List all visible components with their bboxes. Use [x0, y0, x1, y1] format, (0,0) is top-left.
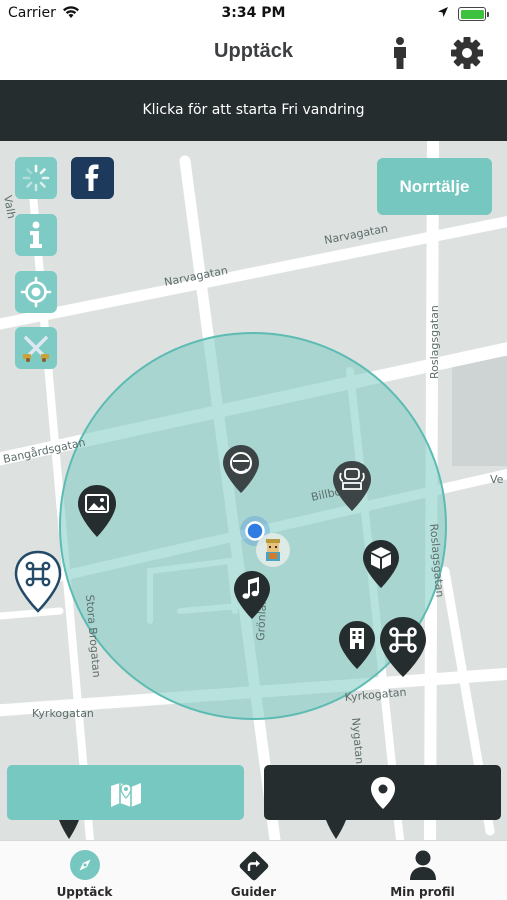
gallery-pin[interactable]	[76, 483, 118, 539]
loading-icon	[22, 164, 50, 192]
swords-icon	[23, 336, 49, 362]
avatar[interactable]	[255, 532, 291, 568]
free-walk-banner[interactable]: Klicka för att starta Fri vandring	[0, 80, 507, 141]
facebook-icon	[85, 164, 99, 191]
map-view-button[interactable]	[7, 765, 244, 820]
map-icon	[110, 782, 141, 807]
info-icon	[30, 221, 42, 248]
compass-icon	[70, 850, 100, 880]
locate-icon	[20, 276, 52, 308]
swords-button[interactable]	[15, 327, 57, 369]
carrier-label: Carrier	[8, 5, 56, 21]
route-icon	[239, 851, 269, 881]
music-pin[interactable]	[232, 569, 272, 621]
location-pin-icon	[370, 776, 395, 809]
map-view[interactable]: Narvagatan Narvagatan Bangårdsgatan Rosl…	[0, 141, 507, 840]
page-title: Upptäck	[214, 40, 293, 62]
info-button[interactable]	[15, 214, 57, 256]
street-label: Kyrkogatan	[32, 707, 94, 720]
facebook-button[interactable]	[71, 157, 114, 199]
city-button[interactable]: Norrtälje	[377, 158, 492, 215]
street-label: Roslagsgatan	[428, 305, 441, 379]
building-pin[interactable]	[337, 619, 377, 671]
status-bar: Carrier 3:34 PM	[0, 0, 507, 28]
battery-icon	[458, 7, 489, 21]
loading-button[interactable]	[15, 157, 57, 199]
tab-label: Min profil	[390, 885, 455, 899]
location-arrow-icon	[438, 7, 448, 17]
tab-min-profil[interactable]: Min profil	[338, 841, 507, 900]
monument-pin[interactable]	[331, 459, 373, 513]
gear-icon[interactable]	[450, 36, 484, 70]
location-button[interactable]	[264, 765, 501, 820]
tab-guider[interactable]: Guider	[169, 841, 338, 900]
guide-pin[interactable]	[221, 443, 261, 495]
tab-upptack[interactable]: Upptäck	[0, 841, 169, 900]
profile-icon	[410, 850, 436, 880]
nav-bar: Upptäck	[0, 28, 507, 80]
command-pin[interactable]	[378, 615, 428, 679]
person-icon[interactable]	[388, 36, 412, 70]
command-outline-pin[interactable]	[13, 549, 63, 615]
box-pin[interactable]	[361, 538, 401, 590]
building-icon	[350, 628, 364, 649]
tab-bar: Upptäck Guider Min profil	[0, 840, 507, 900]
locate-button[interactable]	[15, 271, 57, 313]
wifi-icon	[63, 6, 79, 18]
tab-label: Guider	[230, 885, 277, 899]
street-label: Ve	[490, 473, 504, 486]
tab-label: Upptäck	[56, 885, 113, 899]
